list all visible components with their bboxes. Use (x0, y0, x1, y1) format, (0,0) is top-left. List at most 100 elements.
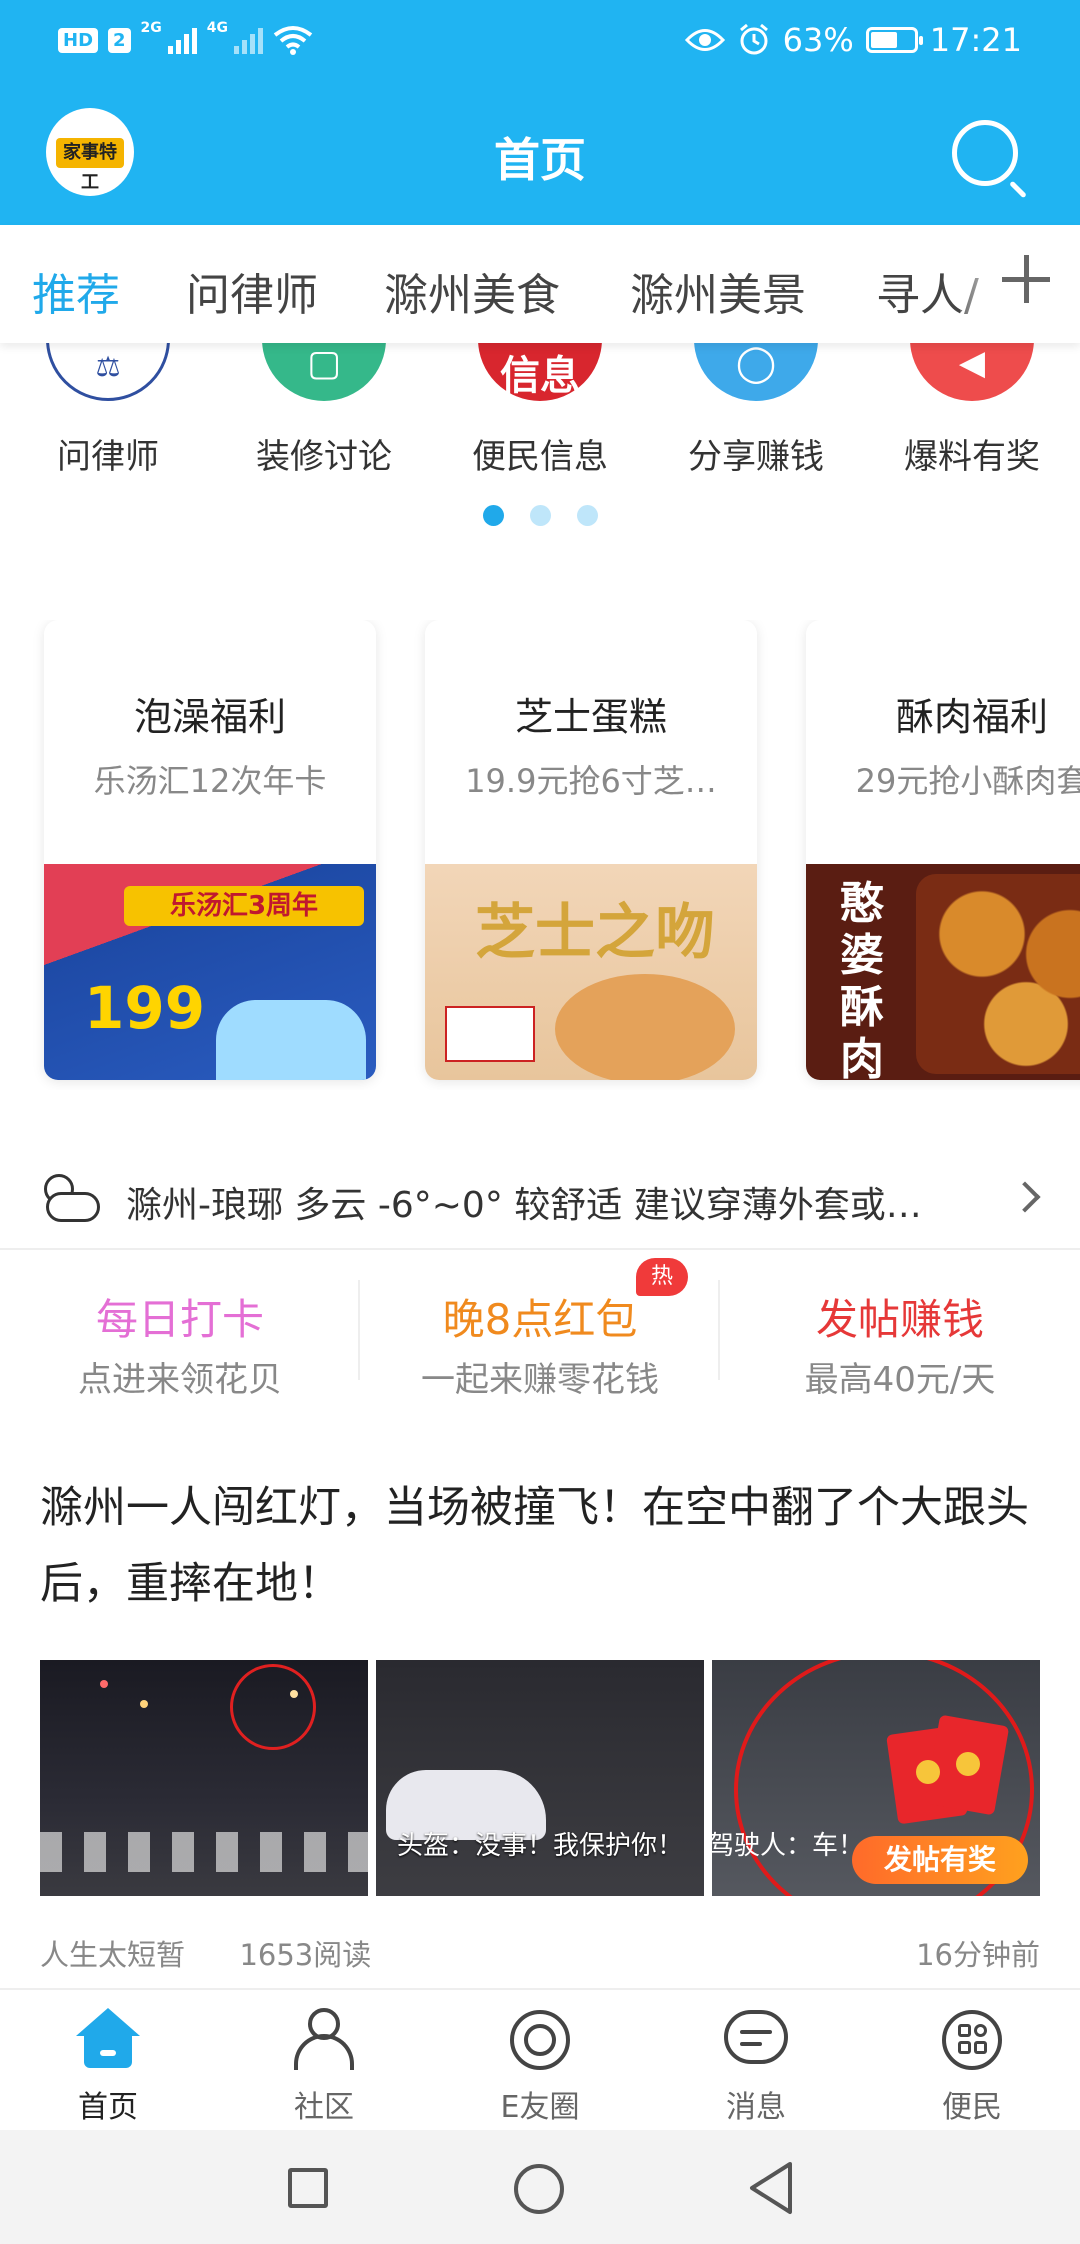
promo-card-bath[interactable]: 泡澡福利 乐汤汇12次年卡 乐汤汇3周年 199 (44, 620, 376, 1080)
quick-label: 便民信息 (472, 437, 608, 477)
page-dot-active (482, 505, 504, 526)
page-title: 首页 (494, 133, 586, 187)
red-packet-icon (872, 1714, 1010, 1850)
nav-friends-circle[interactable]: E友圈 (432, 1990, 648, 2132)
community-icon (288, 2004, 360, 2076)
promo-image-bath: 乐汤汇3周年 199 (44, 864, 376, 1080)
promo-image-pork: 憨婆酥肉 (806, 864, 1080, 1080)
thumb-caption: 驾驶人：车！ (712, 1831, 865, 1861)
lawyer-badge-icon: ⚖ (46, 343, 170, 401)
tab-chuzhou-food[interactable]: 滁州美食 (384, 259, 560, 323)
promo-title: 酥肉福利 (895, 695, 1048, 739)
nav-services[interactable]: 便民 (864, 1990, 1080, 2132)
info-icon: 信息 (478, 343, 602, 401)
nav-label: 消息 (726, 2090, 786, 2125)
news-headline[interactable]: 滁州一人闯红灯，当场被撞飞！在空中翻了个大跟头后，重摔在地！ (40, 1470, 1040, 1622)
wifi-icon (273, 26, 313, 55)
promo-card-cheesecake[interactable]: 芝士蛋糕 19.9元抢6寸芝… 芝士之吻 (425, 620, 757, 1080)
network-type-1: 2G (140, 20, 162, 36)
page-indicator (0, 505, 1080, 526)
sim-badge: 2 (108, 27, 131, 53)
activity-subtitle: 一起来赚零花钱 (421, 1360, 659, 1400)
signal-icon-2 (234, 26, 264, 54)
activity-post-earn[interactable]: 发帖赚钱 最高40元/天 (720, 1252, 1080, 1412)
nav-label: 便民 (942, 2090, 1002, 2125)
news-item[interactable]: 滁州一人闯红灯，当场被撞飞！在空中翻了个大跟头后，重摔在地！ 头盔：没事！我保护… (0, 1470, 1080, 1990)
chevron-right-icon (1009, 1181, 1041, 1213)
quick-icons: ⚖ 问律师 ▢ 装修讨论 信息 便民信息 ◯ 分享赚钱 ◀ 爆料有奖 (0, 343, 1080, 543)
status-left: HD 2 2G 4G (58, 20, 313, 60)
nav-community[interactable]: 社区 (216, 1990, 432, 2132)
promo-title: 芝士蛋糕 (514, 695, 667, 739)
category-tabs: 推荐 问律师 滁州美食 滁州美景 寻人/ (0, 225, 1080, 343)
news-thumb-2[interactable]: 头盔：没事！我保护你！ (376, 1660, 704, 1896)
hot-badge: 热 (636, 1258, 688, 1296)
quick-label: 爆料有奖 (904, 437, 1040, 477)
promo-subtitle: 乐汤汇12次年卡 (93, 762, 327, 800)
news-author: 人生太短暂 (40, 1938, 186, 1972)
signal-icon (167, 26, 197, 54)
add-tab-icon[interactable] (1002, 255, 1052, 305)
quick-label: 问律师 (57, 437, 159, 477)
partly-cloudy-icon (40, 1174, 102, 1228)
nav-label: 首页 (78, 2090, 138, 2125)
news-time: 16分钟前 (916, 1938, 1040, 1972)
promo-image-cheesecake: 芝士之吻 (425, 864, 757, 1080)
weather-bar[interactable]: 滁州-琅琊 多云 -6°~0° 较舒适 建议穿薄外套或… (0, 1150, 1080, 1250)
battery-icon (865, 27, 923, 53)
news-meta: 人生太短暂 1653阅读 16分钟前 (40, 1932, 1040, 1974)
megaphone-icon: ◀ (910, 343, 1034, 401)
activity-row: 每日打卡 点进来领花贝 晚8点红包 一起来赚零花钱 热 发帖赚钱 最高40元/天 (0, 1252, 1080, 1412)
nav-home[interactable]: 首页 (0, 1990, 216, 2132)
promo-title: 泡澡福利 (133, 695, 286, 739)
home-button[interactable] (514, 2164, 564, 2214)
tab-chuzhou-scenery[interactable]: 滁州美景 (630, 259, 806, 323)
message-icon (720, 2004, 792, 2076)
nav-messages[interactable]: 消息 (648, 1990, 864, 2132)
promo-card-pork[interactable]: 酥肉福利 29元抢小酥肉套 憨婆酥肉 (806, 620, 1080, 1080)
back-button[interactable] (746, 2160, 796, 2216)
activity-title: 发帖赚钱 (815, 1295, 984, 1344)
eye-icon (684, 29, 725, 51)
tab-ask-lawyer[interactable]: 问律师 (186, 259, 318, 323)
quick-label: 分享赚钱 (688, 437, 824, 477)
news-reads: 1653阅读 (239, 1938, 372, 1972)
hd-badge: HD (58, 27, 99, 53)
post-reward-button[interactable]: 发帖有奖 (852, 1836, 1028, 1884)
friends-circle-icon (504, 2004, 576, 2076)
activity-subtitle: 最高40元/天 (804, 1360, 996, 1400)
activity-title: 每日打卡 (95, 1295, 264, 1344)
news-thumbnails: 头盔：没事！我保护你！ 驾驶人：车！ 发帖有奖 (40, 1660, 1040, 1896)
quick-label: 装修讨论 (256, 437, 392, 477)
page-dot (529, 505, 551, 526)
search-button[interactable] (950, 118, 1027, 199)
news-thumb-3[interactable]: 驾驶人：车！ 发帖有奖 (712, 1660, 1040, 1896)
nav-label: 社区 (294, 2090, 354, 2125)
weather-text: 滁州-琅琊 多云 -6°~0° 较舒适 建议穿薄外套或… (126, 1185, 922, 1226)
promo-carousel: 泡澡福利 乐汤汇12次年卡 乐汤汇3周年 199 芝士蛋糕 19.9元抢6寸芝…… (0, 620, 1080, 1090)
nav-label: E友圈 (500, 2090, 580, 2125)
status-bar: HD 2 2G 4G 63% 17:21 (0, 0, 1080, 80)
status-right: 63% 17:21 (684, 16, 1022, 64)
renovation-icon: ▢ (262, 343, 386, 401)
system-nav-bar (0, 2130, 1080, 2244)
alarm-icon (739, 23, 768, 55)
home-icon (72, 2004, 144, 2076)
share-icon: ◯ (694, 343, 818, 401)
recents-button[interactable] (288, 2168, 328, 2208)
network-type-2: 4G (206, 20, 229, 36)
news-thumb-1[interactable] (40, 1660, 368, 1896)
thumb-caption: 头盔：没事！我保护你！ (396, 1831, 683, 1861)
clock: 17:21 (929, 21, 1022, 59)
promo-subtitle: 29元抢小酥肉套 (855, 762, 1080, 800)
battery-percent: 63% (782, 21, 854, 59)
page-dot (576, 505, 598, 526)
tab-recommend[interactable]: 推荐 (32, 259, 120, 323)
activity-subtitle: 点进来领花贝 (78, 1360, 282, 1400)
search-icon (952, 120, 1018, 186)
app-bar: 家事特工 首页 (0, 80, 1080, 225)
promo-subtitle: 19.9元抢6寸芝… (465, 762, 717, 800)
activity-daily-checkin[interactable]: 每日打卡 点进来领花贝 (0, 1252, 360, 1412)
bottom-nav: 首页 社区 E友圈 消息 便民 (0, 1988, 1080, 2130)
services-icon (936, 2004, 1008, 2076)
